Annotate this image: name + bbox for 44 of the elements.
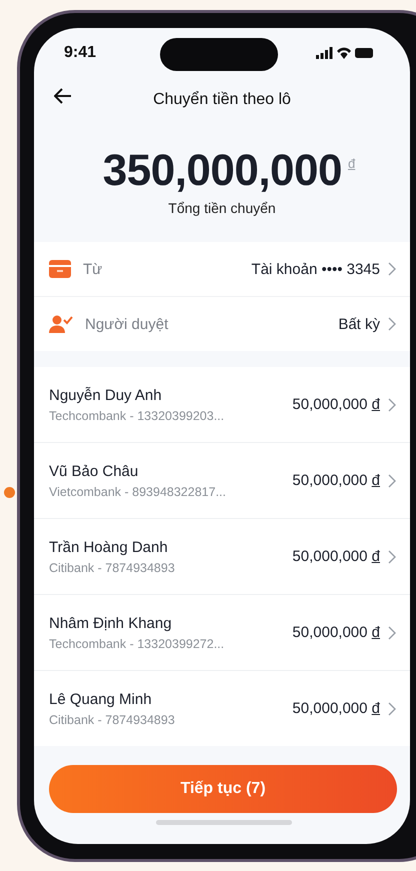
recipient-amount: 50,000,000 đ: [292, 700, 380, 717]
recipient-row[interactable]: Nhâm Định Khang Techcombank - 13320399272... 50,000,000 đ: [34, 594, 410, 670]
chevron-icon: [388, 262, 396, 276]
total-label: Tổng tiền chuyển: [168, 200, 276, 216]
recipient-name: Trần Hoàng Danh: [49, 538, 169, 556]
recipient-row[interactable]: Lê Quang Minh Citibank - 7874934893 50,000,000 đ: [34, 670, 410, 746]
setting-label: Người duyệt: [85, 316, 170, 332]
chevron-icon: [388, 474, 396, 488]
chevron-icon: [388, 702, 396, 716]
recipient-account: Citibank - 7874934893: [49, 560, 176, 574]
total-amount: 350,000,000: [102, 146, 342, 196]
recipient-account: Techcombank - 13320399203...: [49, 408, 226, 422]
setting-row[interactable]: Từ Tài khoản •••• 3345: [34, 242, 410, 296]
setting-row[interactable]: Người duyệt Bất kỳ: [34, 296, 410, 351]
chevron-icon: [388, 317, 396, 331]
status-time: 9:41: [64, 44, 96, 62]
back-button[interactable]: [54, 88, 72, 104]
setting-label: Từ: [83, 260, 104, 278]
recipient-amount: 50,000,000 đ: [292, 396, 380, 413]
recipient-name: Lê Quang Minh: [49, 690, 153, 708]
connector-dot: [4, 487, 15, 498]
page-title: Chuyển tiền theo lô: [153, 91, 291, 109]
recipient-row[interactable]: Vũ Bảo Châu Vietcombank - 893948322817... 50,000,000 đ: [34, 442, 410, 518]
setting-value: Tài khoản •••• 3345: [251, 260, 380, 278]
chevron-icon: [388, 550, 396, 564]
recipient-account: Techcombank - 13320399272...: [49, 636, 226, 650]
chevron-icon: [388, 626, 396, 640]
recipient-account: Citibank - 7874934893: [49, 712, 176, 726]
user-check-icon: [49, 315, 73, 333]
currency-symbol: đ: [348, 156, 356, 171]
setting-value: Bất kỳ: [338, 316, 380, 332]
recipient-amount: 50,000,000 đ: [292, 472, 380, 489]
recipient-amount: 50,000,000 đ: [292, 548, 380, 565]
status-icons-drawing: [316, 47, 374, 59]
recipient-account: Vietcombank - 893948322817...: [49, 484, 227, 498]
recipient-name: Nguyễn Duy Anh: [49, 386, 163, 404]
recipient-name: Nhâm Định Khang: [49, 614, 173, 632]
recipient-row[interactable]: Nguyễn Duy Anh Techcombank - 13320399203... 50,000,000 đ: [34, 367, 410, 442]
recipient-row[interactable]: Trần Hoàng Danh Citibank - 7874934893 50,000,000 đ: [34, 518, 410, 594]
recipient-amount: 50,000,000 đ: [292, 624, 380, 641]
recipient-name: Vũ Bảo Châu: [49, 462, 140, 480]
card-icon: [49, 260, 71, 278]
back-arrow-icon: [54, 88, 72, 104]
chevron-icon: [388, 398, 396, 412]
